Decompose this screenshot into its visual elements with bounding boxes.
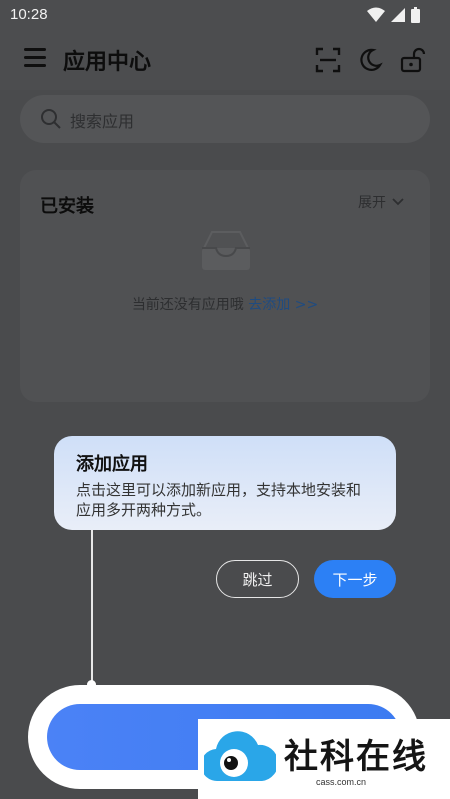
status-bar: 10:28 [0,0,450,30]
skip-button[interactable]: 跳过 [216,560,299,598]
dark-mode-icon[interactable] [356,46,384,74]
battery-icon [411,7,420,23]
search-bar[interactable]: 搜索应用 [20,95,430,143]
empty-text: 当前还没有应用哦 [131,297,244,313]
status-time: 10:28 [10,6,48,23]
unlock-icon[interactable] [398,46,426,74]
page-title: 应用中心 [63,50,152,75]
next-step-button[interactable]: 下一步 [314,560,396,598]
chevron-down-icon [392,198,404,206]
signal-icon [391,8,405,22]
guide-pointer-line [91,530,93,684]
watermark: 社科在线 cass.com.cn [198,719,450,799]
tooltip-text: 点击这里可以添加新应用，支持本地安装和应用多开两种方式。 [76,481,362,519]
empty-state: 当前还没有应用哦 去添加 >> [20,294,430,314]
search-icon [41,109,61,129]
expand-label: 展开 [358,195,386,211]
menu-icon[interactable] [24,48,46,68]
tooltip-title: 添加应用 [76,454,148,475]
expand-toggle[interactable]: 展开 [358,192,404,212]
wifi-icon [367,7,385,22]
cloud-eye-logo-icon [204,731,276,782]
empty-box-icon [202,231,250,270]
installed-card: 已安装 展开 当前还没有应用哦 去添加 >> [20,170,430,402]
watermark-title: 社科在线 [284,737,428,777]
add-link[interactable]: 去添加 >> [248,297,318,313]
scan-icon[interactable] [314,46,342,74]
search-placeholder: 搜索应用 [70,112,135,131]
app-bar: 应用中心 [0,30,450,90]
watermark-subtitle: cass.com.cn [316,777,367,787]
guide-tooltip: 添加应用 点击这里可以添加新应用，支持本地安装和应用多开两种方式。 [54,436,396,530]
installed-heading: 已安装 [40,196,94,217]
status-icons [367,7,420,23]
